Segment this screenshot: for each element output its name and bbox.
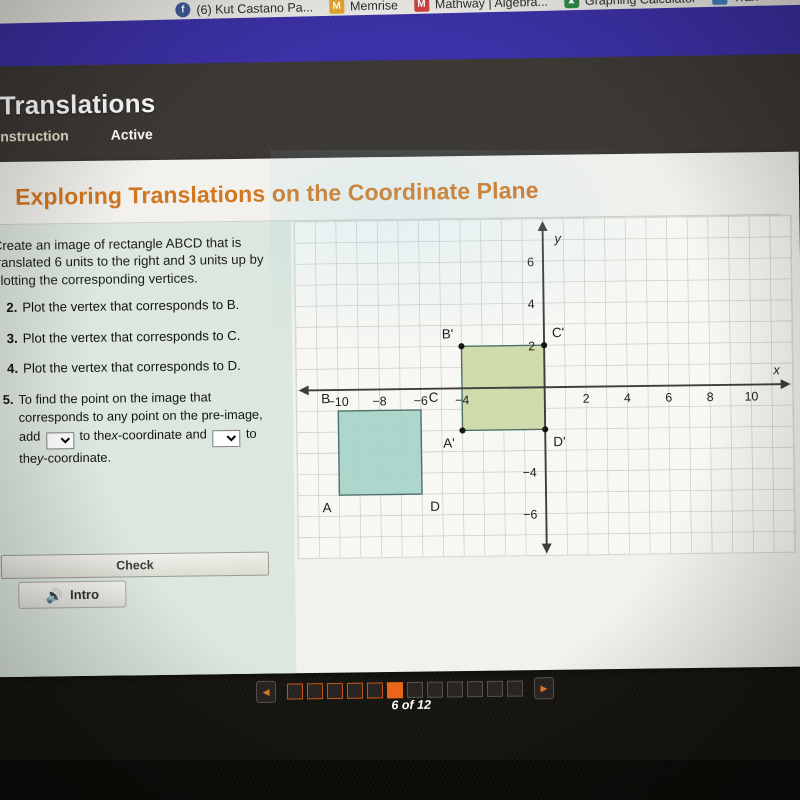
step5-text-part3: -coordinate and (117, 425, 207, 443)
page-box-1[interactable] (286, 683, 304, 700)
lesson-card: Exploring Translations on the Coordinate… (0, 151, 800, 678)
header-tabs: nstruction Active (0, 126, 153, 144)
step-item-2: ✓ 2. Plot the vertex that corresponds to… (0, 295, 290, 316)
step-text: Plot the vertex that corresponds to B. (22, 296, 240, 315)
check-mark-icon: ✓ (0, 360, 3, 377)
axes (298, 220, 791, 554)
bookmark-mathway[interactable]: M Mathway | Algebra... (413, 0, 549, 12)
coordinate-plane-svg: −10 −8 −6 −4 2 4 6 8 10 6 4 2 −4 −6 y x B C D A B' C' D' A' (294, 215, 795, 559)
bookmark-memrise[interactable]: M Memrise (328, 0, 399, 14)
y-axis-arrow-down (541, 543, 552, 554)
vertex-label-C: C (429, 390, 439, 405)
vertex-label-A: A (323, 500, 332, 515)
bookmark-label: (6) Kut Castano Pa... (196, 0, 314, 17)
y-offset-select[interactable] (212, 429, 241, 447)
vertex-label-A-prime: A' (443, 435, 455, 450)
x-tick--6: −6 (414, 394, 428, 408)
facebook-icon: f (175, 2, 191, 18)
step-item-3: ✓ 3. Plot the vertex that corresponds to… (0, 326, 290, 347)
intro-button-label: Intro (69, 586, 100, 603)
page-box-8[interactable] (426, 681, 444, 698)
page-box-6[interactable] (386, 682, 404, 699)
coordinate-plane[interactable]: −10 −8 −6 −4 2 4 6 8 10 6 4 2 −4 −6 y x B C D A B' C' D' A' (293, 214, 796, 560)
x-axis-arrow-right (780, 379, 791, 390)
bookmark-facebook[interactable]: f (6) Kut Castano Pa... (175, 0, 313, 18)
page-box-3[interactable] (326, 682, 344, 700)
step-number: 2. (6, 299, 18, 315)
bookmark-translations[interactable]: T Tran (711, 0, 759, 5)
check-mark-icon: ✓ (0, 330, 2, 348)
mathway-icon: M (413, 0, 430, 12)
vertex-label-B-prime: B' (442, 326, 454, 341)
page-indicator-label: 6 of 12 (391, 697, 432, 713)
tab-active[interactable]: Active (111, 126, 153, 143)
check-button[interactable]: Check (0, 551, 270, 580)
step-item-4: ✓ 4. Plot the vertex that corresponds to… (0, 356, 290, 377)
vertex-label-D-prime: D' (553, 434, 565, 449)
x-tick-4: 4 (624, 391, 631, 405)
instructions-panel: Create an image of rectangle ABCD that i… (0, 221, 297, 678)
intro-button[interactable]: 🔊 Intro (18, 580, 127, 609)
translations-icon: T (711, 0, 728, 5)
x-tick-8: 8 (707, 390, 714, 404)
check-mark-icon: ✓ (0, 299, 1, 317)
page-box-7[interactable] (406, 681, 424, 699)
vertex-label-B: B (321, 391, 330, 406)
vertex-label-D: D (430, 499, 440, 514)
x-axis-label: x (772, 362, 780, 377)
page-box-11[interactable] (486, 680, 504, 698)
x-tick--10: −10 (328, 395, 349, 409)
y-tick-4: 4 (528, 297, 535, 311)
bookmark-label: Mathway | Algebra... (434, 0, 549, 11)
screen-bottom-bezel (0, 760, 800, 800)
y-tick--6: −6 (523, 508, 537, 522)
page-box-10[interactable] (466, 681, 484, 698)
page-box-2[interactable] (306, 683, 324, 700)
speaker-icon: 🔊 (45, 586, 64, 603)
page-box-5[interactable] (366, 682, 384, 699)
y-tick--4: −4 (523, 466, 537, 480)
x-tick-2: 2 (583, 392, 590, 406)
bookmark-graphing-calculator[interactable]: ▲ Graphing Calculator (563, 0, 696, 9)
vertex-label-C-prime: C' (552, 325, 564, 340)
x-tick-10: 10 (744, 389, 758, 403)
steps-list: ✓ 2. Plot the vertex that corresponds to… (0, 295, 292, 468)
shape-preimage-abcd (337, 409, 423, 496)
desmos-icon: ▲ (563, 0, 580, 9)
y-tick-6: 6 (527, 255, 534, 269)
page-box-9[interactable] (446, 681, 464, 698)
x-offset-select[interactable] (45, 431, 75, 450)
step-number: 5. (2, 391, 14, 407)
step5-text-part5: -coordinate. (43, 449, 112, 466)
page-box-12[interactable] (506, 680, 524, 697)
step-number: 3. (6, 330, 18, 346)
x-tick--4: −4 (455, 393, 469, 407)
y-axis-label: y (553, 231, 562, 246)
pagination: ◀ ▶ 6 of 12 (255, 670, 566, 712)
step-text: Plot the vertex that corresponds to D. (22, 357, 241, 376)
screen-photo: f (6) Kut Castano Pa... M Memrise M Math… (0, 0, 800, 800)
x-tick--8: −8 (372, 394, 386, 408)
page-title: Translations (0, 88, 156, 121)
bookmark-label: Graphing Calculator (585, 0, 696, 7)
x-axis-arrow-left (298, 385, 309, 396)
memrise-icon: M (328, 0, 345, 14)
page-box-4[interactable] (346, 682, 364, 699)
lesson-prompt: Create an image of rectangle ABCD that i… (0, 234, 264, 288)
y-axis-arrow-up (537, 220, 548, 231)
tab-instruction[interactable]: nstruction (0, 127, 69, 144)
step-item-5: 5. To find the point on the image that c… (0, 387, 292, 469)
lesson-title: Exploring Translations on the Coordinate… (14, 177, 539, 210)
y-tick-2: 2 (528, 339, 535, 353)
bookmark-label: Memrise (349, 0, 399, 13)
bookmark-label: Tran (733, 0, 759, 4)
x-tick-6: 6 (665, 391, 672, 405)
step-text: Plot the vertex that corresponds to C. (22, 327, 241, 346)
step5-text-part2: to the (79, 427, 112, 443)
step-number: 4. (7, 360, 19, 376)
